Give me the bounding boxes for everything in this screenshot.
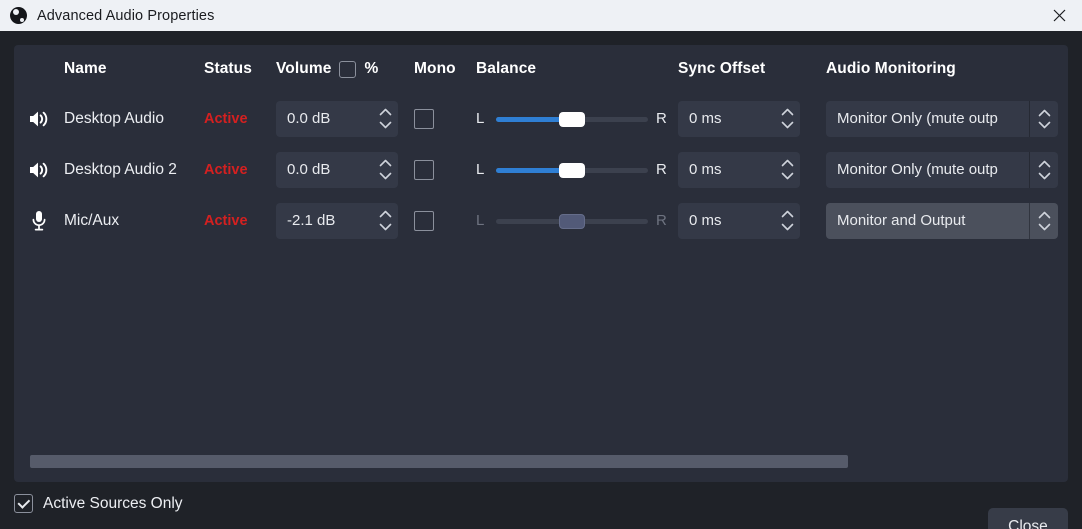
source-name: Mic/Aux [64, 211, 120, 229]
chevron-updown-icon[interactable] [1030, 152, 1058, 188]
sync-offset-spinbox[interactable]: 0 ms [678, 151, 800, 188]
dialog-body: Name Status Volume % Mono Balance Sync O… [0, 31, 1082, 529]
window-titlebar: Advanced Audio Properties [0, 0, 1082, 31]
balance-slider[interactable] [496, 109, 648, 129]
sync-offset-value: 0 ms [689, 161, 722, 178]
audio-monitoring-value: Monitor Only (mute outp [837, 110, 998, 127]
chevron-updown-icon[interactable] [1030, 203, 1058, 239]
mono-checkbox[interactable] [414, 210, 434, 231]
scrollbar-thumb[interactable] [30, 455, 848, 468]
balance-left-label: L [476, 212, 485, 229]
volume-value: 0.0 dB [287, 110, 331, 127]
sync-offset-value: 0 ms [689, 110, 722, 127]
status-badge: Active [204, 161, 248, 178]
volume-spinbox[interactable]: 0.0 dB [276, 100, 398, 137]
volume-stepper[interactable] [372, 152, 398, 188]
balance-left-label: L [476, 161, 485, 178]
table-row[interactable]: Desktop Audio 2 Active 0.0 dB L R 0 ms Monitor… [14, 144, 1068, 195]
balance-right-label: R [656, 110, 667, 127]
volume-stepper[interactable] [372, 101, 398, 137]
header-volume: Volume [276, 60, 332, 77]
source-name: Desktop Audio 2 [64, 160, 177, 178]
header-mono: Mono [414, 60, 456, 77]
balance-slider[interactable] [496, 160, 648, 180]
close-icon[interactable] [1036, 0, 1082, 31]
active-sources-only-box[interactable] [14, 494, 33, 513]
table-row[interactable]: Desktop Audio Active 0.0 dB L R 0 ms Monitor O… [14, 93, 1068, 144]
volume-spinbox[interactable]: 0.0 dB [276, 151, 398, 188]
audio-monitoring-value: Monitor Only (mute outp [837, 161, 998, 178]
header-balance: Balance [476, 60, 537, 77]
balance-right-label: R [656, 161, 667, 178]
obs-logo-icon [10, 7, 27, 24]
active-sources-only-checkbox[interactable]: Active Sources Only [14, 494, 183, 513]
mono-checkbox[interactable] [414, 108, 434, 129]
window-title: Advanced Audio Properties [37, 7, 215, 24]
source-name: Desktop Audio [64, 109, 164, 127]
header-percent: % [364, 60, 379, 77]
active-sources-only-label: Active Sources Only [43, 494, 183, 512]
header-status: Status [204, 60, 252, 77]
close-button[interactable]: Close [988, 508, 1068, 529]
balance-left-label: L [476, 110, 485, 127]
header-sync-offset: Sync Offset [678, 60, 766, 77]
audio-monitoring-combobox[interactable]: Monitor Only (mute outp [826, 151, 1058, 188]
speaker-icon [14, 109, 64, 129]
balance-handle[interactable] [559, 111, 585, 127]
volume-value: -2.1 dB [287, 212, 336, 229]
balance-handle[interactable] [559, 162, 585, 178]
sync-offset-stepper[interactable] [774, 152, 800, 188]
volume-percent-checkbox[interactable] [339, 60, 357, 78]
sync-offset-stepper[interactable] [774, 203, 800, 239]
horizontal-scrollbar[interactable] [30, 453, 1052, 468]
header-audio-monitoring: Audio Monitoring [826, 60, 956, 77]
speaker-icon [14, 160, 64, 180]
sync-offset-stepper[interactable] [774, 101, 800, 137]
balance-right-label: R [656, 212, 667, 229]
volume-stepper[interactable] [372, 203, 398, 239]
balance-slider[interactable] [496, 211, 648, 231]
audio-sources-table: Name Status Volume % Mono Balance Sync O… [14, 45, 1068, 482]
mono-checkbox[interactable] [414, 159, 434, 180]
sync-offset-spinbox[interactable]: 0 ms [678, 100, 800, 137]
volume-value: 0.0 dB [287, 161, 331, 178]
microphone-icon [14, 210, 64, 232]
audio-monitoring-combobox[interactable]: Monitor and Output [826, 202, 1058, 239]
audio-monitoring-value: Monitor and Output [837, 212, 966, 229]
volume-spinbox[interactable]: -2.1 dB [276, 202, 398, 239]
chevron-updown-icon[interactable] [1030, 101, 1058, 137]
balance-handle[interactable] [559, 213, 585, 229]
table-header-row: Name Status Volume % Mono Balance Sync O… [14, 45, 1068, 93]
sync-offset-spinbox[interactable]: 0 ms [678, 202, 800, 239]
status-badge: Active [204, 212, 248, 229]
sync-offset-value: 0 ms [689, 212, 722, 229]
header-name: Name [64, 60, 107, 77]
audio-monitoring-combobox[interactable]: Monitor Only (mute outp [826, 100, 1058, 137]
table-row[interactable]: Mic/Aux Active -2.1 dB L R 0 ms Monitor and Ou… [14, 195, 1068, 246]
status-badge: Active [204, 110, 248, 127]
